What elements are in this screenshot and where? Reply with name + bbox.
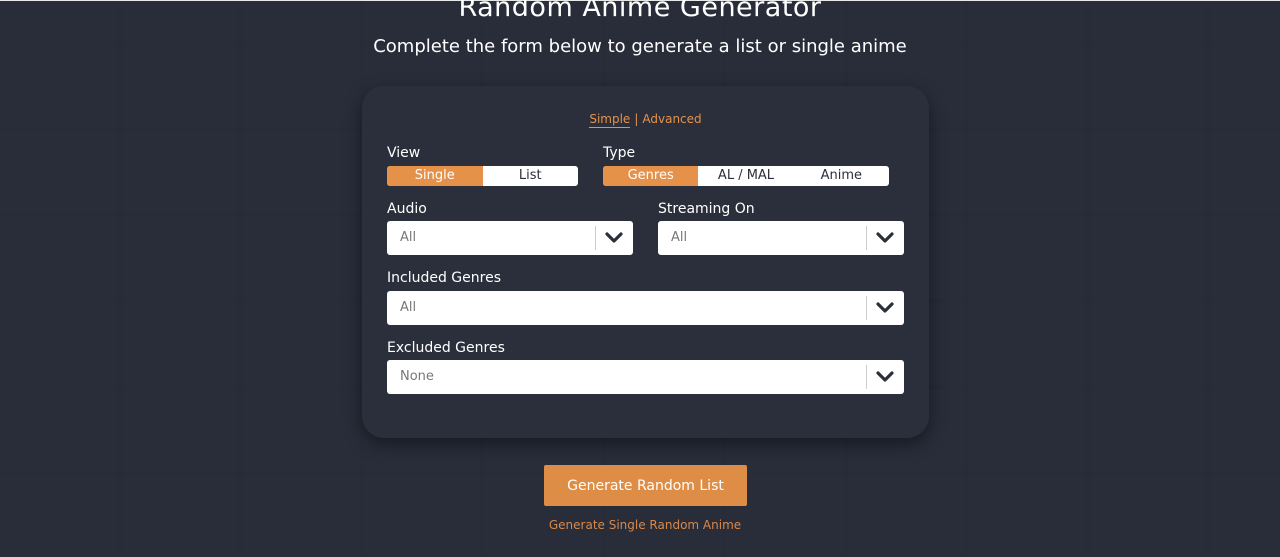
mode-simple-link[interactable]: Simple [589,112,631,128]
mode-switch: Simple | Advanced [362,112,929,128]
view-option-list[interactable]: List [483,166,579,186]
streaming-select-value: All [671,230,688,245]
mode-separator: | [634,112,639,126]
view-toggle: Single List [387,166,578,186]
chevron-down-icon [605,232,623,243]
chevron-down-icon [876,302,894,313]
excluded-genres-select[interactable]: None [387,360,904,394]
streaming-label: Streaming On [658,201,755,217]
audio-select[interactable]: All [387,221,633,255]
page-subtitle: Complete the form below to generate a li… [373,36,907,57]
view-option-single[interactable]: Single [387,166,483,186]
mode-advanced-link[interactable]: Advanced [642,112,701,126]
included-genres-divider [866,296,867,320]
streaming-select-divider [866,226,867,250]
excluded-genres-divider [866,365,867,389]
generator-form-card: Simple | Advanced View Single List Type Ge… [362,86,929,438]
type-label: Type [603,145,636,161]
included-genres-select[interactable]: All [387,291,904,325]
generate-random-list-button[interactable]: Generate Random List [544,465,747,506]
audio-select-divider [595,226,596,250]
generate-single-anime-link[interactable]: Generate Single Random Anime [0,518,1280,532]
included-genres-value: All [400,300,417,315]
included-genres-label: Included Genres [387,270,501,286]
type-option-al-mal[interactable]: AL / MAL [698,166,793,186]
audio-select-value: All [400,230,417,245]
chevron-down-icon [876,371,894,382]
excluded-genres-label: Excluded Genres [387,340,505,356]
streaming-select[interactable]: All [658,221,904,255]
view-label: View [387,145,421,161]
type-option-anime[interactable]: Anime [794,166,889,186]
type-option-genres[interactable]: Genres [603,166,699,186]
excluded-genres-value: None [400,369,434,384]
type-toggle: Genres AL / MAL Anime [603,166,889,186]
page-title: Random Anime Generator [458,0,822,23]
chevron-down-icon [876,232,894,243]
audio-label: Audio [387,201,427,217]
